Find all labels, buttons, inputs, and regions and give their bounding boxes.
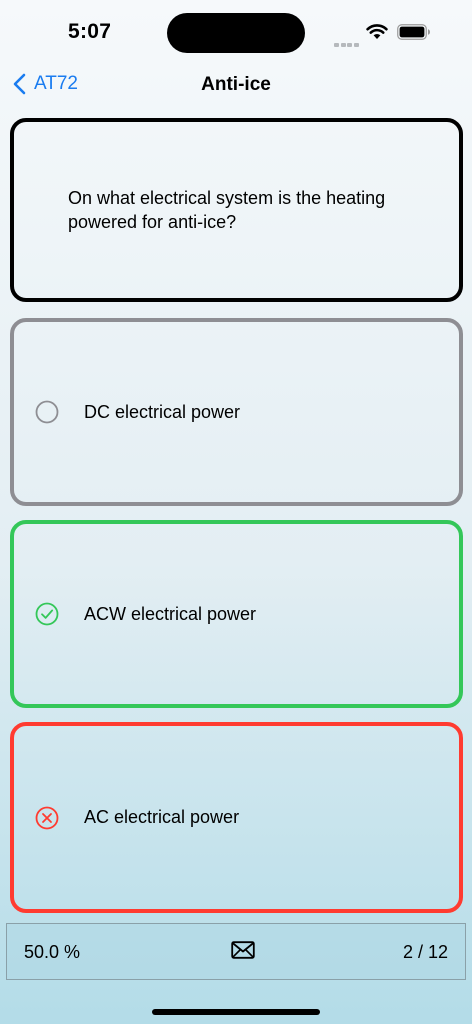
score-percent: 50.0 % bbox=[24, 942, 81, 962]
footer-bar: 50.0 % 2 / 12 bbox=[6, 923, 466, 980]
x-circle-icon bbox=[35, 806, 59, 829]
answer-label: DC electrical power bbox=[84, 401, 241, 422]
answer-option-ac[interactable]: AC electrical power bbox=[10, 722, 463, 913]
status-time: 5:07 bbox=[68, 20, 112, 43]
answer-label: AC electrical power bbox=[84, 807, 240, 827]
check-circle-icon bbox=[35, 602, 59, 626]
navigation-bar: AT72 Anti-ice bbox=[0, 64, 472, 104]
answer-option-dc[interactable]: DC electrical power bbox=[10, 318, 463, 506]
status-bar: 5:07 bbox=[0, 0, 472, 60]
answer-option-acw[interactable]: ACW electrical power bbox=[10, 520, 463, 708]
signal-dots-icon bbox=[334, 34, 360, 52]
question-text: On what electrical system is the heating… bbox=[68, 188, 386, 232]
answer-label: ACW electrical power bbox=[84, 603, 257, 624]
battery-icon bbox=[397, 24, 430, 40]
home-indicator[interactable] bbox=[152, 1009, 320, 1015]
envelope-icon[interactable] bbox=[231, 940, 255, 960]
question-card: On what electrical system is the heating… bbox=[10, 118, 463, 302]
page-title: Anti-ice bbox=[201, 74, 271, 95]
empty-circle-icon bbox=[35, 400, 59, 424]
wifi-icon bbox=[366, 24, 388, 39]
dynamic-island bbox=[167, 13, 305, 53]
question-progress: 2 / 12 bbox=[402, 942, 448, 962]
